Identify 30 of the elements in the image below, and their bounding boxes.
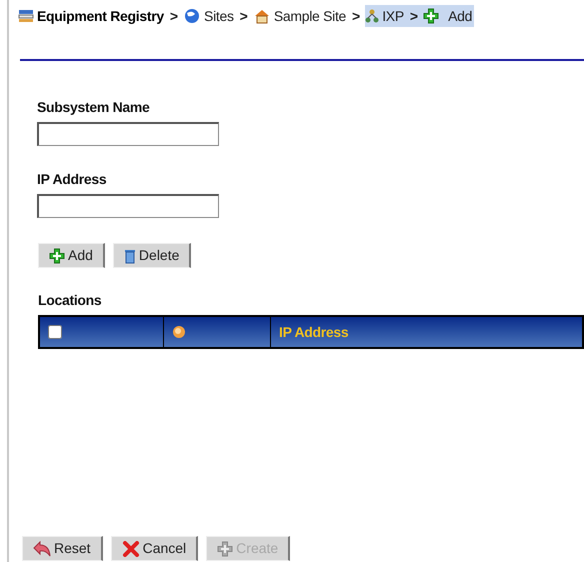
network-icon — [365, 9, 380, 23]
breadcrumb-separator: > — [240, 6, 248, 26]
breadcrumb-link[interactable]: Equipment Registry — [37, 6, 164, 26]
breadcrumb-link[interactable]: Sample Site — [274, 6, 346, 26]
server-icon — [18, 8, 34, 24]
breadcrumb-separator: > — [410, 6, 418, 26]
plus-icon — [423, 8, 440, 24]
field-label: Subsystem Name — [37, 98, 151, 117]
breadcrumb-separator: > — [170, 6, 178, 26]
action-button[interactable]: Add — [38, 243, 105, 268]
circle-icon — [172, 325, 186, 339]
plus-icon — [49, 248, 65, 264]
input-field[interactable] — [37, 122, 219, 146]
input-field[interactable] — [37, 194, 219, 218]
house-icon — [252, 8, 271, 24]
action-button[interactable]: Cancel — [110, 536, 198, 561]
column-header[interactable]: IP Address — [279, 322, 348, 342]
plus-icon — [217, 540, 234, 556]
field-label: IP Address — [37, 170, 108, 188]
trash-icon — [124, 248, 136, 264]
breadcrumb-link[interactable]: Sites — [204, 6, 234, 26]
undo-arrow-icon — [33, 540, 51, 556]
select-all-checkbox[interactable] — [48, 325, 62, 339]
globe-icon — [183, 8, 202, 24]
close-icon — [122, 540, 140, 556]
breadcrumb-link[interactable]: IXP — [382, 6, 404, 26]
section-title: Locations — [38, 291, 102, 310]
action-button[interactable]: Delete — [112, 243, 192, 268]
action-button[interactable]: Reset — [22, 536, 103, 561]
breadcrumb-separator: > — [352, 6, 360, 26]
